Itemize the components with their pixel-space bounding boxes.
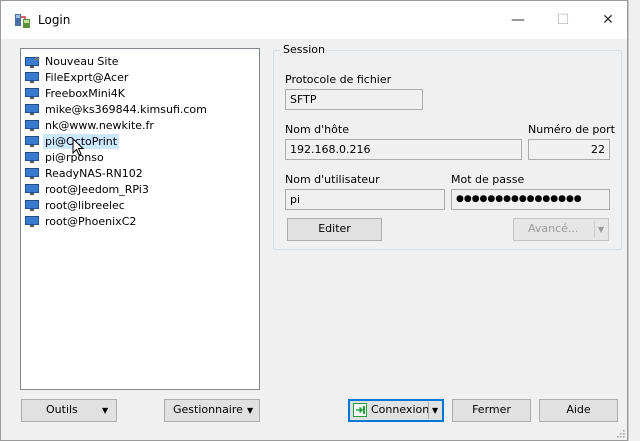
- site-item[interactable]: root@Jeedom_RPi3: [25, 181, 151, 197]
- site-label: Nouveau Site: [45, 54, 119, 68]
- advanced-button-label: Avancé...: [528, 222, 579, 235]
- close-button[interactable]: Fermer: [452, 399, 531, 422]
- site-item[interactable]: FileExprt@Acer: [25, 69, 130, 85]
- computer-icon: [25, 151, 39, 163]
- site-label: root@PhoenixC2: [45, 214, 137, 228]
- site-label: nk@www.newkite.fr: [45, 118, 154, 132]
- host-label: Nom d'hôte: [285, 123, 349, 136]
- computer-icon: [25, 71, 39, 83]
- mouse-cursor-icon: [72, 137, 85, 156]
- site-item[interactable]: root@libreelec: [25, 197, 127, 213]
- protocol-select[interactable]: SFTP: [285, 89, 423, 110]
- manager-button-label: Gestionnaire: [173, 403, 243, 416]
- password-input[interactable]: ●●●●●●●●●●●●●●●●: [451, 189, 610, 210]
- site-label: FreeboxMini4K: [45, 86, 126, 100]
- site-item[interactable]: FreeboxMini4K: [25, 85, 127, 101]
- computer-icon: [25, 167, 39, 179]
- username-input[interactable]: pi: [285, 189, 445, 210]
- computer-icon: [25, 119, 39, 131]
- password-label: Mot de passe: [451, 173, 525, 186]
- advanced-button[interactable]: Avancé... ▼: [513, 218, 609, 241]
- advanced-split-divider: [594, 221, 595, 238]
- host-input[interactable]: 192.168.0.216: [285, 139, 522, 160]
- help-button[interactable]: Aide: [539, 399, 618, 422]
- window-title: Login: [38, 13, 71, 27]
- site-label: root@Jeedom_RPi3: [45, 182, 149, 196]
- tools-button[interactable]: Outils ▼: [21, 399, 117, 422]
- tools-button-label: Outils: [46, 403, 78, 416]
- connect-split-divider: [428, 402, 429, 419]
- computer-icon: [25, 183, 39, 195]
- minimize-button[interactable]: —: [496, 1, 540, 39]
- site-item[interactable]: root@PhoenixC2: [25, 213, 138, 229]
- username-label: Nom d'utilisateur: [285, 173, 380, 186]
- chevron-down-icon[interactable]: ▼: [598, 220, 604, 240]
- port-label: Numéro de port: [528, 123, 615, 136]
- site-tree[interactable]: Nouveau Site FileExprt@Acer FreeboxMini4…: [20, 48, 260, 390]
- site-label: mike@ks369844.kimsufi.com: [45, 102, 207, 116]
- site-item[interactable]: pi@rponso: [25, 149, 106, 165]
- site-item[interactable]: mike@ks369844.kimsufi.com: [25, 101, 209, 117]
- computer-icon: [25, 103, 39, 115]
- computer-icon: [25, 135, 39, 147]
- computer-icon: [25, 87, 39, 99]
- session-group-title: Session: [280, 43, 328, 56]
- connect-button[interactable]: Connexion ▼: [348, 399, 444, 422]
- site-label: ReadyNAS-RN102: [45, 166, 143, 180]
- port-input[interactable]: 22: [528, 139, 610, 160]
- resize-grip-icon[interactable]: [615, 428, 625, 438]
- protocol-label: Protocole de fichier: [285, 73, 392, 86]
- maximize-button[interactable]: ☐: [541, 1, 585, 39]
- new-site-icon: [25, 55, 40, 68]
- site-item[interactable]: nk@www.newkite.fr: [25, 117, 156, 133]
- close-window-button[interactable]: ✕: [586, 1, 630, 39]
- computer-icon: [25, 215, 39, 227]
- edit-button[interactable]: Editer: [287, 218, 382, 241]
- background-window-edge: [628, 0, 640, 441]
- winscp-app-icon: [14, 12, 32, 30]
- manager-button[interactable]: Gestionnaire ▼: [164, 399, 260, 422]
- site-item-new[interactable]: Nouveau Site: [25, 53, 121, 69]
- chevron-down-icon[interactable]: ▼: [432, 401, 438, 421]
- site-label: root@libreelec: [45, 198, 125, 212]
- computer-icon: [25, 199, 39, 211]
- site-item[interactable]: ReadyNAS-RN102: [25, 165, 145, 181]
- chevron-down-icon: ▼: [102, 406, 109, 415]
- chevron-down-icon: ▼: [247, 406, 254, 415]
- login-arrow-icon: [353, 403, 367, 417]
- site-label: FileExprt@Acer: [45, 70, 129, 84]
- connect-button-label: Connexion: [371, 403, 430, 416]
